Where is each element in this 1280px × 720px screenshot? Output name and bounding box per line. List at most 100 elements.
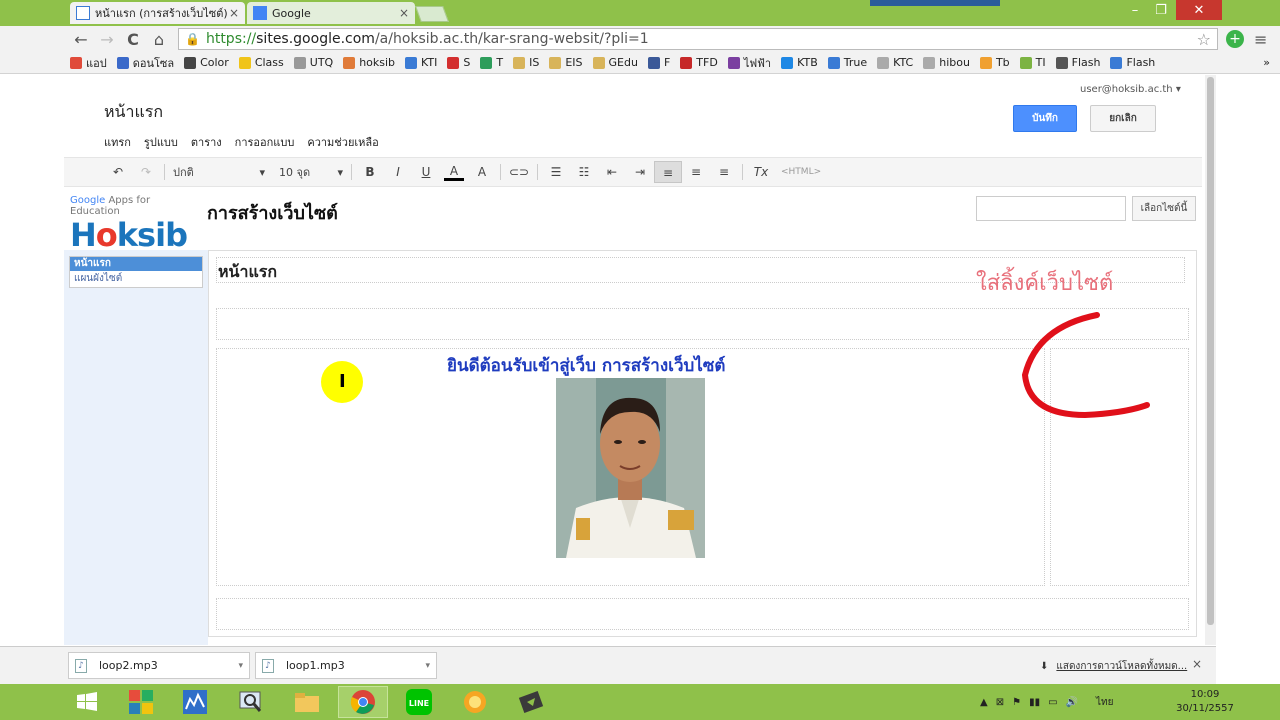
close-tab-icon[interactable]: ×: [229, 6, 239, 20]
font-size-select[interactable]: 10 จุด ▾: [275, 163, 347, 181]
bookmark-item[interactable]: KTC: [877, 56, 913, 69]
tray-volume-icon[interactable]: 🔊: [1066, 697, 1078, 708]
bookmark-item[interactable]: EIS: [549, 56, 583, 69]
highlight-color-icon[interactable]: A: [468, 165, 496, 179]
align-right-icon[interactable]: ≡: [710, 165, 738, 179]
taskbar-app-recorder[interactable]: [506, 686, 556, 718]
style-select[interactable]: ปกติ ▾: [169, 163, 269, 181]
tray-signal-icon[interactable]: ▮▮: [1029, 697, 1040, 708]
bookmark-item[interactable]: T: [480, 56, 503, 69]
bulleted-list-icon[interactable]: ☷: [570, 165, 598, 179]
extension-plus-icon[interactable]: +: [1226, 30, 1244, 48]
taskbar-app-audio[interactable]: [170, 686, 220, 718]
bookmark-star-icon[interactable]: ☆: [1197, 30, 1211, 49]
bookmark-item[interactable]: TFD: [680, 56, 718, 69]
menu-insert[interactable]: แทรก: [104, 133, 131, 151]
clear-formatting-icon[interactable]: Tx: [747, 165, 775, 179]
welcome-heading[interactable]: ยินดีต้อนรับเข้าสู่เว็บ การสร้างเว็บไซต์: [447, 352, 725, 379]
close-tab-icon[interactable]: ×: [399, 6, 409, 20]
align-center-icon[interactable]: ≡: [682, 165, 710, 179]
chevron-down-icon[interactable]: ▾: [425, 661, 430, 671]
show-all-downloads-link[interactable]: ⬇ แสดงการดาวน์โหลดทั้งหมด...: [1040, 659, 1187, 674]
align-left-icon[interactable]: ≡: [654, 161, 682, 183]
bookmark-item[interactable]: KTB: [781, 56, 818, 69]
numbered-list-icon[interactable]: ☰: [542, 165, 570, 179]
bookmark-item[interactable]: ไฟฟ้า: [727, 54, 771, 72]
download-item[interactable]: ♪ loop1.mp3 ▾: [255, 652, 437, 679]
tab-google[interactable]: Google ×: [247, 2, 415, 24]
text-color-icon[interactable]: A: [444, 164, 464, 181]
bookmark-item[interactable]: Color: [184, 56, 229, 69]
site-title[interactable]: การสร้างเว็บไซต์: [207, 198, 338, 227]
back-button[interactable]: ←: [68, 30, 94, 49]
site-search-input[interactable]: [976, 196, 1126, 221]
content-bottom-section[interactable]: [216, 598, 1189, 630]
bookmark-item[interactable]: F: [647, 56, 670, 69]
bookmark-item[interactable]: แอป: [70, 54, 107, 72]
page-scrollbar[interactable]: [1205, 75, 1216, 645]
chrome-menu-icon[interactable]: ≡: [1254, 30, 1267, 49]
bookmark-item[interactable]: Class: [238, 56, 284, 69]
bookmark-item[interactable]: Flash: [1055, 56, 1100, 69]
bookmark-item[interactable]: hibou: [923, 56, 970, 69]
taskbar-app-explorer[interactable]: [282, 686, 332, 718]
bold-icon[interactable]: B: [356, 165, 384, 179]
bookmarks-overflow-icon[interactable]: »: [1263, 56, 1270, 69]
forward-button[interactable]: →: [94, 30, 120, 49]
outdent-icon[interactable]: ⇤: [598, 165, 626, 179]
taskbar-app-weather[interactable]: [450, 686, 500, 718]
tray-flag-icon[interactable]: ⚑: [1012, 697, 1021, 708]
scrollbar-thumb[interactable]: [1207, 77, 1214, 625]
taskbar-app-line[interactable]: LINE: [394, 686, 444, 718]
page-heading[interactable]: หน้าแรก: [218, 260, 277, 285]
close-window-button[interactable]: ✕: [1176, 0, 1222, 20]
taskbar-app-chrome[interactable]: [338, 686, 388, 718]
bookmark-item[interactable]: hoksib: [343, 56, 395, 69]
sidebar-item-home[interactable]: หน้าแรก: [70, 257, 202, 271]
italic-icon[interactable]: I: [384, 165, 412, 179]
html-button[interactable]: <HTML>: [781, 167, 821, 177]
chevron-down-icon[interactable]: ▾: [238, 661, 243, 671]
tray-network-icon[interactable]: ⊠: [996, 697, 1004, 708]
menu-table[interactable]: ตาราง: [191, 133, 222, 151]
bookmark-item[interactable]: UTQ: [293, 56, 333, 69]
bookmark-item[interactable]: S: [447, 56, 470, 69]
download-item[interactable]: ♪ loop2.mp3 ▾: [68, 652, 250, 679]
taskbar-app-search[interactable]: [226, 686, 276, 718]
link-icon[interactable]: ⊂⊃: [505, 165, 533, 179]
redo-icon[interactable]: ↷: [132, 165, 160, 179]
menu-format[interactable]: รูปแบบ: [144, 133, 178, 151]
home-button[interactable]: ⌂: [146, 30, 172, 49]
tab-homepage[interactable]: หน้าแรก (การสร้างเว็บไซต์) ×: [70, 2, 245, 24]
user-account-menu[interactable]: user@hoksib.ac.th ▾: [1080, 84, 1181, 95]
sidebar-item-sitemap[interactable]: แผนผังไซต์: [70, 272, 202, 286]
profile-photo[interactable]: [556, 378, 705, 558]
tray-language[interactable]: ไทย: [1096, 695, 1113, 710]
bookmark-item[interactable]: TI: [1019, 56, 1046, 69]
minimize-button[interactable]: –: [1122, 0, 1148, 20]
bookmark-item[interactable]: True: [827, 56, 867, 69]
bookmark-item[interactable]: IS: [513, 56, 539, 69]
new-tab-button[interactable]: [415, 6, 449, 22]
undo-icon[interactable]: ↶: [104, 165, 132, 179]
indent-icon[interactable]: ⇥: [626, 165, 654, 179]
site-search-button[interactable]: เลือกไซต์นี้: [1132, 196, 1196, 221]
save-button[interactable]: บันทึก: [1013, 105, 1077, 132]
bookmark-item[interactable]: KTI: [405, 56, 437, 69]
underline-icon[interactable]: U: [412, 165, 440, 179]
site-logo[interactable]: Google Apps for Education Hoksib: [70, 195, 200, 253]
menu-layout[interactable]: การออกแบบ: [235, 133, 295, 151]
close-download-bar-icon[interactable]: ×: [1192, 657, 1202, 671]
address-bar[interactable]: 🔒 https:// sites.google.com /a/hoksib.ac…: [178, 28, 1218, 50]
menu-help[interactable]: ความช่วยเหลือ: [307, 133, 378, 151]
bookmark-item[interactable]: GEdu: [592, 56, 638, 69]
tray-battery-icon[interactable]: ▭: [1048, 697, 1057, 708]
cancel-button[interactable]: ยกเลิก: [1090, 105, 1156, 132]
restore-button[interactable]: ❐: [1148, 0, 1174, 20]
tray-expand-icon[interactable]: ▲: [980, 697, 988, 708]
bookmark-item[interactable]: ดอนโซล: [116, 54, 174, 72]
bookmark-item[interactable]: Flash: [1110, 56, 1155, 69]
bookmark-item[interactable]: Tb: [979, 56, 1010, 69]
start-button[interactable]: [62, 686, 112, 718]
reload-button[interactable]: C: [120, 30, 146, 49]
